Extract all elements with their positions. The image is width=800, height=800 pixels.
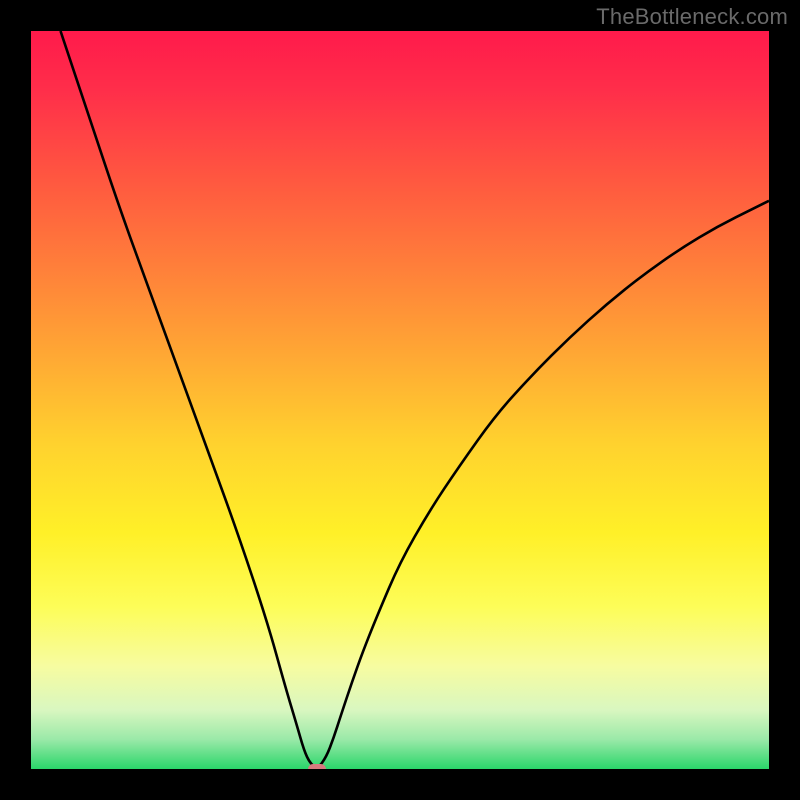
- plot-area: [31, 31, 769, 769]
- bottleneck-curve: [61, 31, 769, 767]
- chart-frame: TheBottleneck.com: [0, 0, 800, 800]
- watermark-text: TheBottleneck.com: [596, 4, 788, 30]
- curve-svg: [31, 31, 769, 769]
- minimum-marker: [308, 764, 326, 769]
